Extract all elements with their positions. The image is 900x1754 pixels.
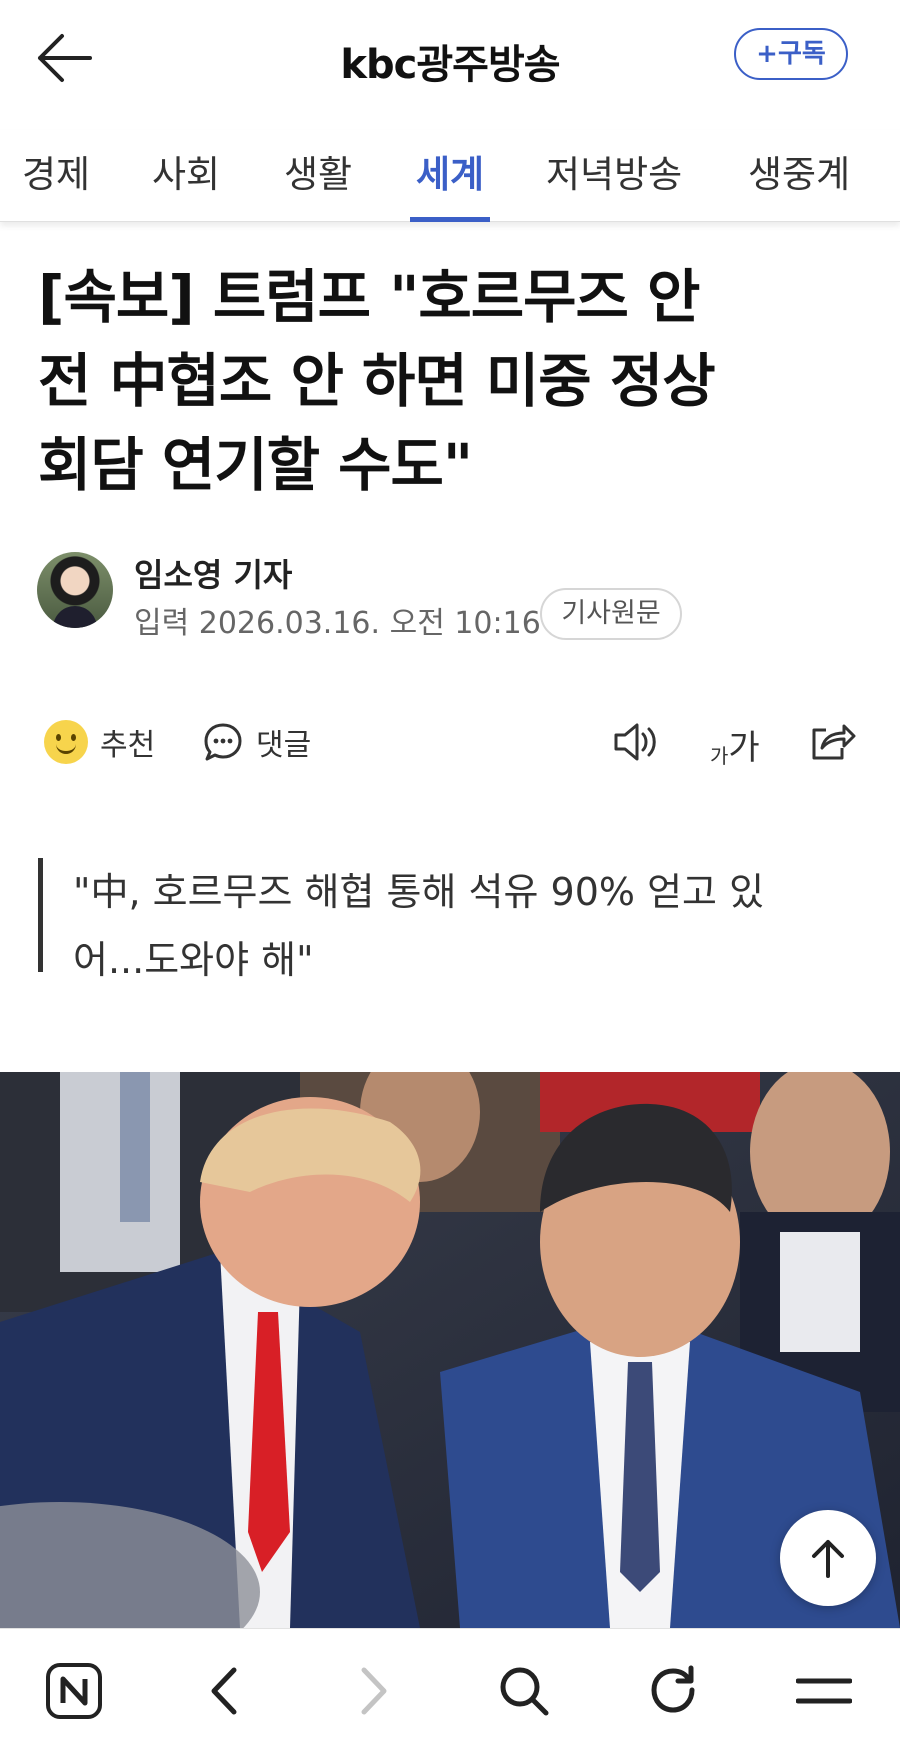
arrow-up-icon	[812, 1540, 844, 1578]
tab-life[interactable]: 생활	[284, 144, 352, 222]
reporter-name[interactable]: 임소영 기자	[134, 550, 292, 596]
title-line: 회담 연기할 수도"	[38, 431, 473, 499]
category-tabs: 경제 사회 생활 세계 저녁방송 생중계	[0, 130, 900, 222]
published-info: 입력 2026.03.16. 오전 10:16	[134, 598, 541, 642]
search-button[interactable]	[492, 1659, 556, 1723]
recommend-label: 추천	[100, 728, 156, 763]
browser-toolbar	[0, 1628, 900, 1754]
title-line: 전 中협조 안 하면 미중 정상	[38, 347, 716, 415]
app-header: kbc광주방송 +구독	[0, 0, 900, 112]
audio-button[interactable]	[612, 720, 662, 764]
chevron-right-icon	[361, 1667, 387, 1715]
tab-live[interactable]: 생중계	[748, 144, 850, 222]
scroll-top-button[interactable]	[780, 1510, 876, 1606]
nav-forward-button[interactable]	[342, 1659, 406, 1723]
speaker-icon	[614, 723, 656, 761]
smiley-icon	[44, 720, 88, 764]
quote-line: "中, 호르무즈 해협 통해 석유 90% 얻고 있	[73, 870, 765, 914]
article-actions: 추천 댓글 가 가	[0, 712, 900, 772]
font-small-label: 가	[710, 744, 729, 768]
comment-button[interactable]: 댓글	[202, 720, 311, 764]
share-icon	[812, 724, 856, 760]
tab-economy[interactable]: 경제	[22, 144, 90, 222]
font-size-button[interactable]: 가 가	[710, 720, 760, 769]
search-icon	[500, 1667, 549, 1716]
photo-illustration	[0, 1072, 900, 1628]
published-label: 입력	[134, 606, 190, 641]
tab-society[interactable]: 사회	[152, 144, 220, 222]
chevron-left-icon	[211, 1667, 237, 1715]
subscribe-button[interactable]: +구독	[734, 28, 848, 80]
reporter-avatar[interactable]	[37, 552, 113, 628]
tab-evening-broadcast[interactable]: 저녁방송	[546, 144, 682, 222]
article-subtitle-quote: "中, 호르무즈 해협 통해 석유 90% 얻고 있 어...도와야 해"	[38, 858, 878, 982]
naver-n-icon	[46, 1663, 102, 1719]
speech-bubble-icon	[204, 723, 242, 761]
font-large-label: 가	[728, 728, 760, 768]
menu-icon	[796, 1678, 852, 1704]
quote-line: 어...도와야 해"	[73, 938, 314, 982]
title-line: [속보] 트럼프 "호르무즈 안	[38, 263, 700, 331]
reload-icon	[651, 1665, 695, 1713]
published-date: 2026.03.16. 오전 10:16	[198, 606, 541, 641]
original-article-button[interactable]: 기사원문	[540, 588, 682, 640]
article-photo	[0, 1072, 900, 1628]
font-size-icon: 가 가	[710, 720, 760, 769]
share-button[interactable]	[808, 720, 856, 764]
menu-button[interactable]	[792, 1659, 856, 1723]
recommend-button[interactable]: 추천	[44, 720, 155, 764]
article-title: [속보] 트럼프 "호르무즈 안 전 中협조 안 하면 미중 정상 회담 연기할…	[38, 255, 868, 507]
naver-home-button[interactable]	[42, 1659, 106, 1723]
nav-back-button[interactable]	[192, 1659, 256, 1723]
comment-label: 댓글	[256, 728, 312, 763]
reload-button[interactable]	[642, 1659, 706, 1723]
tab-world[interactable]: 세계	[409, 144, 491, 222]
